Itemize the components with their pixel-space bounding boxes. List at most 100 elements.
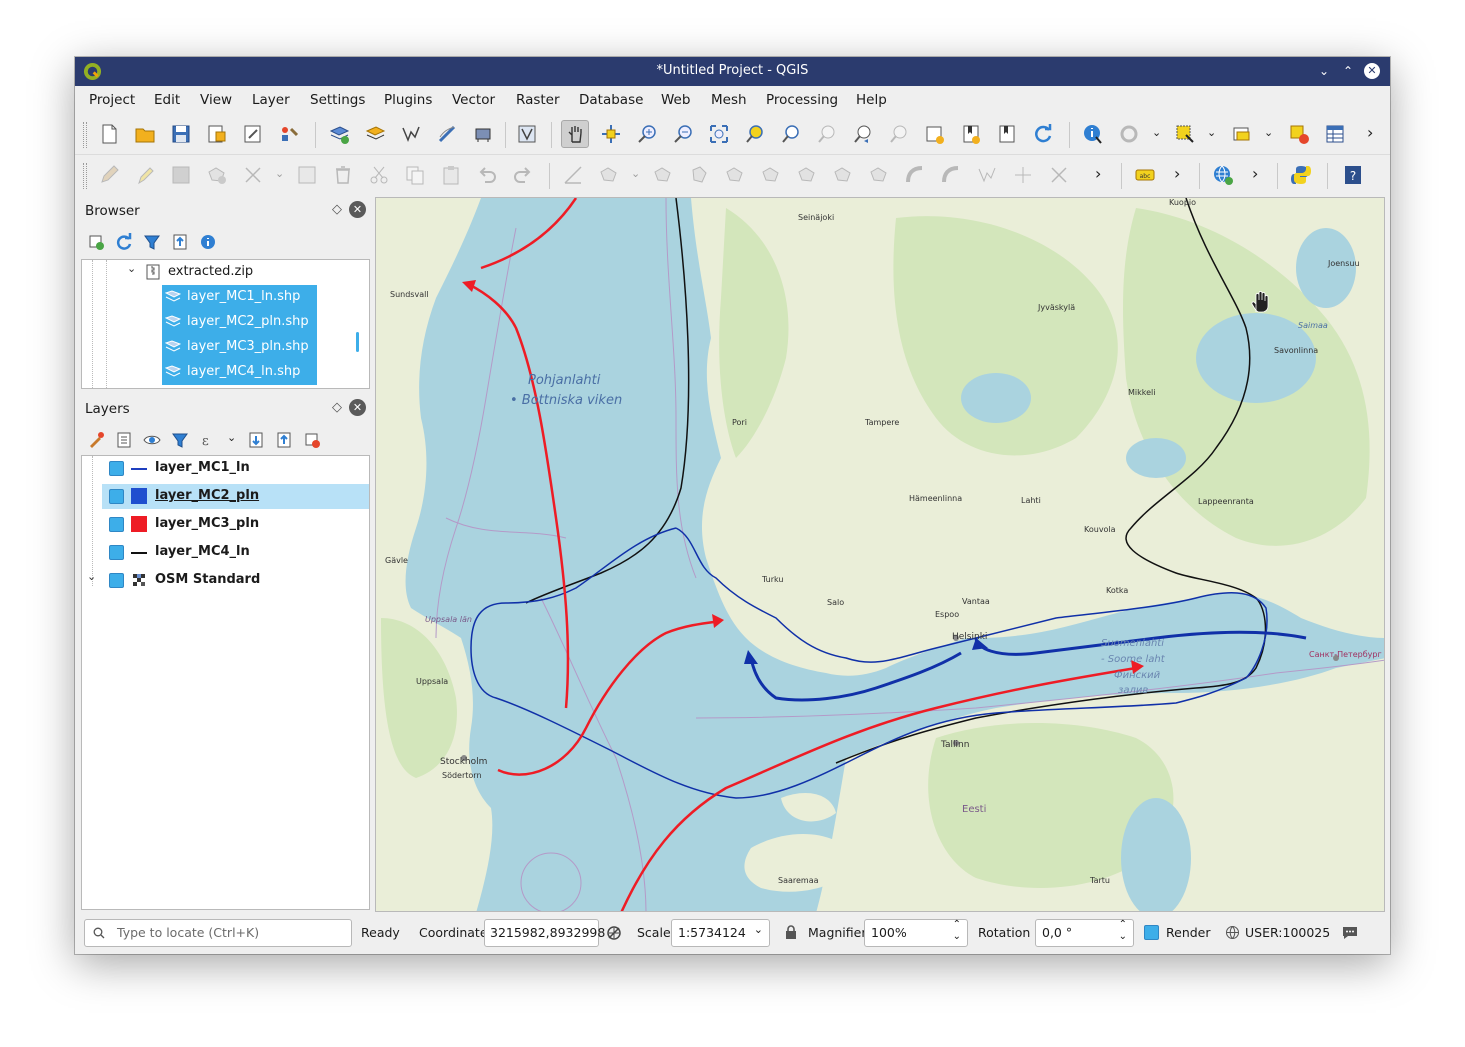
add-selected-layers-icon[interactable] xyxy=(85,231,107,253)
coordinate-field[interactable]: 3215982,8932998 xyxy=(484,919,605,947)
offset-curve-icon[interactable] xyxy=(865,161,893,189)
rotation-spinbox[interactable]: 0,0 ° ⌃ ⌄ xyxy=(1035,919,1134,947)
zoom-out-icon[interactable] xyxy=(669,120,697,148)
tree-item-file[interactable]: layer_MC1_ln.shp xyxy=(162,285,317,310)
delete-ring-icon[interactable] xyxy=(757,161,785,189)
python-console-icon[interactable] xyxy=(1287,161,1315,189)
lock-scale-icon[interactable] xyxy=(784,924,798,940)
collapse-all-icon[interactable] xyxy=(169,231,191,253)
select-by-expression-icon[interactable] xyxy=(1228,120,1256,148)
menu-view[interactable]: View xyxy=(200,92,232,108)
tree-item-file[interactable]: layer_MC3_pln.shp xyxy=(162,335,317,360)
zoom-next-icon[interactable] xyxy=(885,120,913,148)
add-wms-layer-icon[interactable] xyxy=(433,120,461,148)
layer-item[interactable]: ⌄ OSM Standard xyxy=(82,568,369,593)
delete-selected-icon[interactable] xyxy=(329,161,357,189)
label-tool-icon[interactable]: abc xyxy=(1131,161,1159,189)
delete-part-icon[interactable] xyxy=(793,161,821,189)
locator-search-input[interactable]: Type to locate (Ctrl+K) xyxy=(84,919,352,947)
layer-item[interactable]: layer_MC3_pln xyxy=(82,512,369,537)
undo-icon[interactable] xyxy=(473,161,501,189)
help-contents-icon[interactable]: ? xyxy=(1339,161,1367,189)
zoom-to-layer-icon[interactable] xyxy=(777,120,805,148)
chevron-down-icon[interactable]: ⌄ xyxy=(754,923,763,936)
toggle-extents-icon[interactable] xyxy=(605,924,623,942)
close-icon[interactable]: ✕ xyxy=(1364,63,1380,79)
manage-visibility-icon[interactable] xyxy=(141,429,163,451)
close-panel-icon[interactable]: ✕ xyxy=(349,201,366,218)
split-parts-icon[interactable] xyxy=(1009,161,1037,189)
properties-info-icon[interactable] xyxy=(197,231,219,253)
menu-help[interactable]: Help xyxy=(856,92,887,108)
collapse-all-icon[interactable] xyxy=(273,429,295,451)
chevron-down-icon[interactable]: ⌄ xyxy=(1207,126,1216,139)
maximize-icon[interactable]: ⌃ xyxy=(1340,63,1356,79)
filter-by-expression-icon[interactable]: ε xyxy=(197,429,219,451)
data-source-manager-icon[interactable] xyxy=(469,120,497,148)
more-tools-chevron-icon[interactable]: › xyxy=(1095,164,1101,183)
chevron-down-icon[interactable]: ⌄ xyxy=(1152,126,1161,139)
split-features-icon[interactable] xyxy=(973,161,1001,189)
pan-to-selection-icon[interactable] xyxy=(597,120,625,148)
toolbar-grip[interactable] xyxy=(83,122,87,148)
open-project-icon[interactable] xyxy=(131,120,159,148)
reverse-line-icon[interactable] xyxy=(901,161,929,189)
layer-visibility-checkbox[interactable] xyxy=(109,573,124,588)
save-edits-icon[interactable] xyxy=(167,161,195,189)
current-edits-icon[interactable] xyxy=(95,161,123,189)
more-tools-chevron-icon[interactable]: › xyxy=(1367,123,1373,142)
layer-styling-icon[interactable] xyxy=(85,429,107,451)
advanced-digitizing-icon[interactable] xyxy=(559,161,587,189)
zoom-to-selection-icon[interactable] xyxy=(741,120,769,148)
layer-visibility-checkbox[interactable] xyxy=(109,489,124,504)
expand-all-icon[interactable] xyxy=(245,429,267,451)
modify-attributes-icon[interactable] xyxy=(293,161,321,189)
zoom-full-icon[interactable] xyxy=(705,120,733,148)
remove-layer-icon[interactable] xyxy=(301,429,323,451)
spin-arrows-icon[interactable]: ⌃ ⌄ xyxy=(953,919,961,943)
pan-map-icon[interactable] xyxy=(561,120,589,148)
crs-label[interactable]: USER:100025 xyxy=(1245,925,1330,940)
paste-features-icon[interactable] xyxy=(437,161,465,189)
close-panel-icon[interactable]: ✕ xyxy=(349,399,366,416)
layer-item-selected[interactable]: layer_MC2_pln xyxy=(102,484,369,509)
vertex-tool-icon[interactable] xyxy=(239,161,267,189)
map-canvas[interactable]: Pohjanlahti • Bottniska viken Suomenlaht… xyxy=(375,197,1385,912)
new-print-layout-icon[interactable] xyxy=(203,120,231,148)
merge-features-icon[interactable] xyxy=(1045,161,1073,189)
add-raster-layer-icon[interactable] xyxy=(361,120,389,148)
menu-web[interactable]: Web xyxy=(661,92,690,108)
zoom-native-icon[interactable] xyxy=(813,120,841,148)
layer-item[interactable]: layer_MC1_ln xyxy=(82,456,369,481)
layout-manager-icon[interactable] xyxy=(239,120,267,148)
more-tools-chevron-icon[interactable]: › xyxy=(1252,164,1258,183)
filter-icon[interactable] xyxy=(141,231,163,253)
show-bookmarks-icon[interactable] xyxy=(993,120,1021,148)
layer-visibility-checkbox[interactable] xyxy=(109,461,124,476)
tree-item-file[interactable]: layer_MC4_ln.shp xyxy=(162,360,317,385)
metasearch-icon[interactable] xyxy=(1209,161,1237,189)
cut-features-icon[interactable] xyxy=(365,161,393,189)
menu-plugins[interactable]: Plugins xyxy=(384,92,432,108)
add-ring-icon[interactable] xyxy=(595,161,623,189)
chevron-down-icon[interactable]: ⌄ xyxy=(87,570,96,583)
magnifier-spinbox[interactable]: 100% ⌃ ⌄ xyxy=(864,919,968,947)
select-features-icon[interactable] xyxy=(1171,120,1199,148)
zoom-in-icon[interactable] xyxy=(633,120,661,148)
messages-icon[interactable] xyxy=(1341,924,1359,941)
float-panel-icon[interactable]: ◇ xyxy=(332,202,342,217)
menu-mesh[interactable]: Mesh xyxy=(711,92,747,108)
add-part-icon[interactable] xyxy=(685,161,713,189)
menu-processing[interactable]: Processing xyxy=(766,92,838,108)
refresh-icon[interactable] xyxy=(113,231,135,253)
menu-vector[interactable]: Vector xyxy=(452,92,495,108)
add-vector-layer-icon[interactable] xyxy=(325,120,353,148)
trim-extend-icon[interactable] xyxy=(937,161,965,189)
zoom-last-icon[interactable] xyxy=(849,120,877,148)
minimize-icon[interactable]: ⌄ xyxy=(1316,63,1332,79)
chevron-down-icon[interactable]: ⌄ xyxy=(275,167,284,180)
menu-project[interactable]: Project xyxy=(89,92,135,108)
layer-visibility-checkbox[interactable] xyxy=(109,545,124,560)
fill-ring-icon[interactable] xyxy=(721,161,749,189)
identify-features-icon[interactable] xyxy=(1079,120,1107,148)
